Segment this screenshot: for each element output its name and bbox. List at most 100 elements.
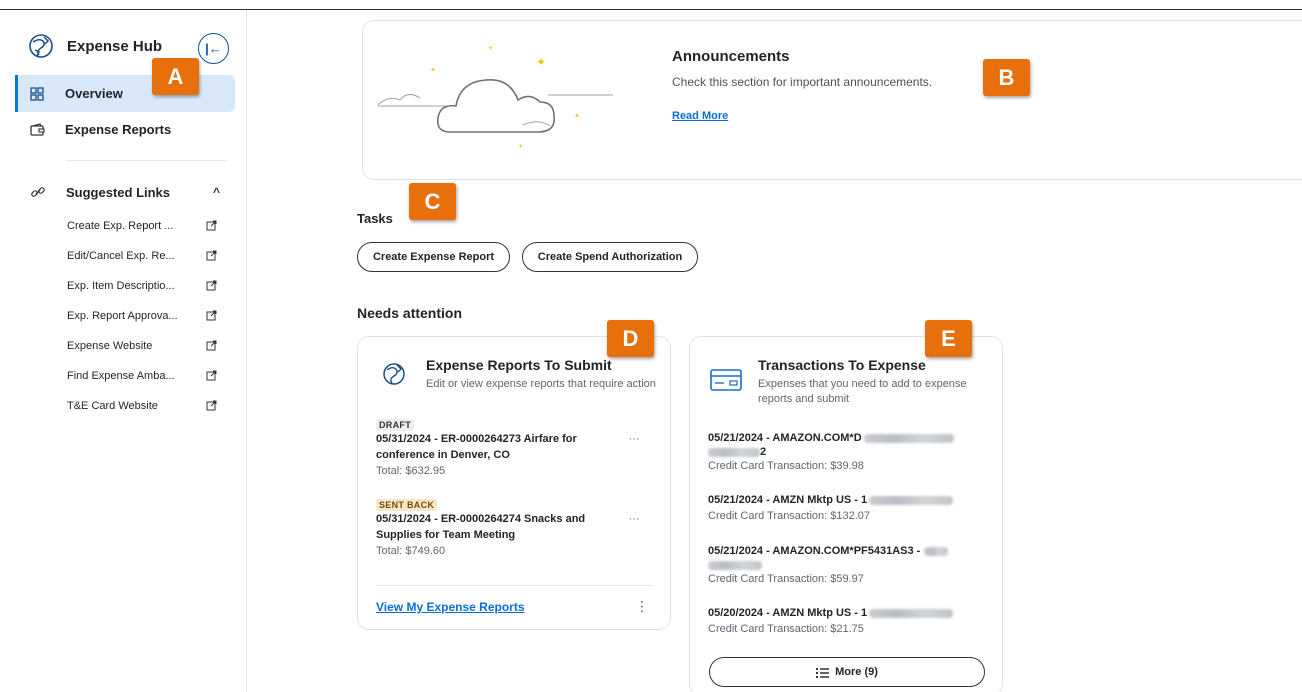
create-expense-report-button[interactable]: Create Expense Report (357, 242, 510, 272)
expense-hub-logo-icon (29, 34, 53, 58)
suggested-link[interactable]: Find Expense Amba... (67, 367, 227, 385)
report-item-title[interactable]: 05/31/2024 - ER-0000264273 Airfare for c… (376, 431, 577, 463)
suggested-link[interactable]: Create Exp. Report ... (67, 217, 227, 235)
suggested-link-label: Exp. Item Descriptio... (67, 280, 175, 292)
transaction-title-text: 05/21/2024 - AMAZON.COM*D (708, 432, 862, 444)
transaction-title-text: 05/20/2024 - AMZN Mktp US - 1 (708, 607, 868, 619)
subtitle-line: Expenses that you need to add to expense (758, 378, 967, 390)
status-badge: DRAFT (376, 419, 414, 431)
suggested-link-label: Edit/Cancel Exp. Re... (67, 250, 175, 262)
transaction-title-text: 2 (760, 446, 767, 458)
transaction-item-sub: Credit Card Transaction: $59.97 (708, 573, 864, 585)
transaction-item-title-cont (708, 559, 762, 571)
report-item-total: Total: $632.95 (376, 465, 446, 477)
announcements-title: Announcements (672, 48, 790, 65)
report-item-line: 05/31/2024 - ER-0000264274 Snacks and (376, 513, 586, 525)
report-item-line: conference in Denver, CO (376, 449, 510, 461)
redacted-text (869, 495, 954, 505)
sidebar-item-label: Expense Reports (65, 122, 172, 137)
status-badge: SENT BACK (376, 499, 438, 511)
redacted-text (708, 447, 760, 457)
subtitle-line: reports and submit (758, 393, 850, 405)
external-link-icon (206, 400, 217, 411)
annotation-badge-e: E (925, 320, 972, 357)
sidebar-item-label: Overview (65, 86, 123, 101)
suggested-link[interactable]: T&E Card Website (67, 397, 227, 415)
suggested-link-label: Exp. Report Approva... (67, 310, 178, 322)
transaction-item-sub: Credit Card Transaction: $132.07 (708, 510, 871, 522)
suggested-link[interactable]: Exp. Report Approva... (67, 307, 227, 325)
report-item-line: Supplies for Team Meeting (376, 529, 516, 541)
report-item-menu-button[interactable]: ··· (624, 514, 644, 530)
annotation-badge-a: A (152, 58, 199, 95)
view-my-expense-reports-link[interactable]: View My Expense Reports (376, 600, 525, 614)
svg-text:✦: ✦ (574, 112, 580, 120)
link-icon (31, 187, 45, 197)
redacted-text (869, 608, 954, 618)
external-link-icon (206, 370, 217, 381)
suggested-link[interactable]: Expense Website (67, 337, 227, 355)
expense-reports-card-title: Expense Reports To Submit (426, 357, 612, 373)
grid-icon (27, 86, 47, 101)
transaction-item-title[interactable]: 05/20/2024 - AMZN Mktp US - 1 (708, 607, 954, 619)
cloud-illustration-icon: ✦ ✦ ✦ ✦ ✦ (378, 45, 613, 150)
report-item-title[interactable]: 05/31/2024 - ER-0000264274 Snacks and Su… (376, 511, 585, 543)
report-item-line: 05/31/2024 - ER-0000264273 Airfare for (376, 433, 577, 445)
app-title: Expense Hub (67, 38, 163, 55)
external-link-icon (206, 250, 217, 261)
annotation-badge-c: C (409, 183, 456, 220)
sidebar-item-overview[interactable]: Overview (15, 75, 235, 112)
wallet-icon (27, 122, 47, 137)
external-link-icon (206, 220, 217, 231)
transactions-card-subtitle: Expenses that you need to add to expense… (758, 377, 967, 407)
suggested-links-label: Suggested Links (66, 184, 171, 200)
transaction-item-sub: Credit Card Transaction: $39.98 (708, 460, 864, 472)
sidebar-item-expense-reports[interactable]: Expense Reports (15, 111, 235, 148)
chevron-up-icon: ^ (212, 185, 220, 199)
external-link-icon (206, 310, 217, 321)
transaction-item-title[interactable]: 05/21/2024 - AMAZON.COM*PF5431AS3 - (708, 545, 949, 557)
transaction-item-title-cont: 2 (708, 446, 766, 458)
suggested-link[interactable]: Exp. Item Descriptio... (67, 277, 227, 295)
report-item-menu-button[interactable]: ··· (624, 434, 644, 450)
svg-text:✦: ✦ (536, 55, 546, 69)
suggested-link-label: Find Expense Amba... (67, 370, 175, 382)
card-divider (376, 585, 653, 586)
suggested-link[interactable]: Edit/Cancel Exp. Re... (67, 247, 227, 265)
redacted-text (863, 433, 954, 443)
redacted-text (924, 546, 949, 556)
svg-text:✦: ✦ (488, 45, 493, 52)
sidebar: Expense Hub |← Overview Expense Reports … (0, 10, 247, 692)
credit-card-icon (710, 369, 742, 391)
suggested-link-label: Expense Website (67, 340, 153, 352)
expense-hub-icon (383, 363, 405, 385)
collapse-icon: |← (205, 41, 222, 56)
transaction-title-text: 05/21/2024 - AMZN Mktp US - 1 (708, 494, 868, 506)
expense-reports-card-subtitle: Edit or view expense reports that requir… (426, 378, 656, 390)
announcements-text: Check this section for important announc… (672, 75, 933, 89)
more-button-label: More (9) (835, 666, 878, 678)
sidebar-divider (66, 160, 226, 161)
external-link-icon (206, 280, 217, 291)
transaction-item-title[interactable]: 05/21/2024 - AMZN Mktp US - 1 (708, 494, 954, 506)
more-options-icon[interactable]: ⋮ (635, 599, 649, 613)
list-icon (816, 667, 830, 678)
more-transactions-button[interactable]: More (9) (709, 657, 985, 687)
read-more-link[interactable]: Read More (672, 110, 728, 122)
report-item-total: Total: $749.60 (376, 545, 446, 557)
svg-text:✦: ✦ (518, 143, 523, 150)
suggested-links-toggle[interactable]: Suggested Links ^ (30, 182, 220, 202)
needs-attention-title: Needs attention (357, 305, 463, 321)
annotation-badge-b: B (983, 59, 1030, 96)
transaction-item-title[interactable]: 05/21/2024 - AMAZON.COM*D (708, 432, 954, 444)
redacted-text (708, 560, 762, 570)
suggested-link-label: Create Exp. Report ... (67, 220, 174, 232)
suggested-link-label: T&E Card Website (67, 400, 158, 412)
create-spend-authorization-button[interactable]: Create Spend Authorization (522, 242, 698, 272)
transaction-title-text: 05/21/2024 - AMAZON.COM*PF5431AS3 - (708, 545, 921, 557)
annotation-badge-d: D (607, 320, 654, 357)
tasks-title: Tasks (357, 211, 393, 226)
transactions-card-title: Transactions To Expense (758, 357, 926, 373)
collapse-sidebar-button[interactable]: |← (198, 33, 229, 64)
transaction-item-sub: Credit Card Transaction: $21.75 (708, 623, 864, 635)
